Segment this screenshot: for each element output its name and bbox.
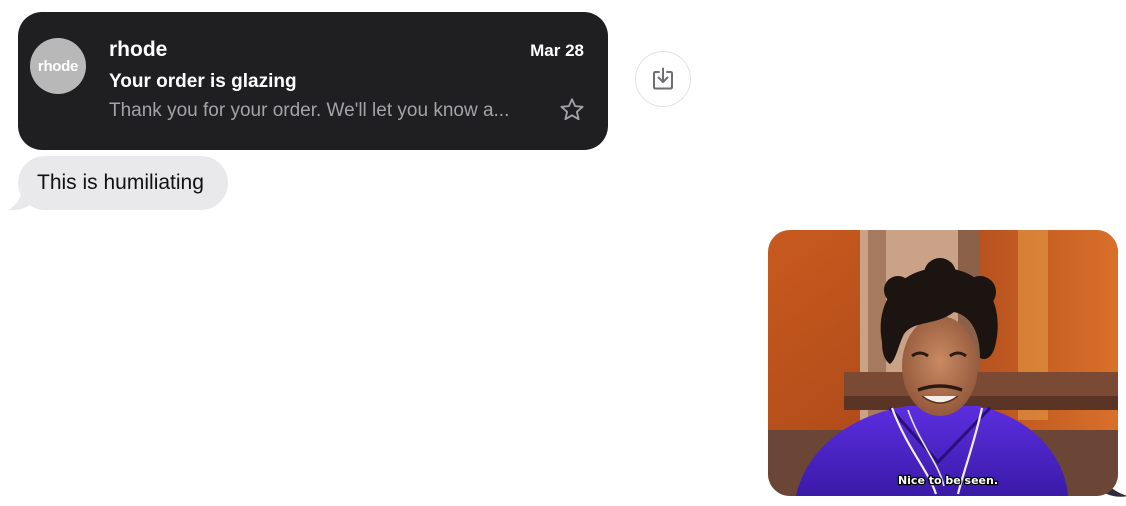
star-icon[interactable] <box>558 96 586 124</box>
email-date: Mar 28 <box>530 41 584 60</box>
conversation-view: rhode rhode Mar 28 Your order is glazing… <box>0 0 1126 506</box>
sent-gif-message[interactable]: Nice to be seen. <box>768 230 1118 496</box>
received-message-bubble[interactable]: This is humiliating <box>18 156 228 210</box>
save-to-device-icon <box>653 67 673 90</box>
gif-image: Nice to be seen. <box>768 230 1118 496</box>
email-preview-card[interactable]: rhode rhode Mar 28 Your order is glazing… <box>18 12 608 150</box>
email-subject: Your order is glazing <box>109 71 297 92</box>
sender-avatar: rhode <box>30 38 86 94</box>
gif-caption: Nice to be seen. <box>898 474 998 487</box>
email-sender: rhode <box>109 38 168 61</box>
email-preview-text: Thank you for your order. We'll let you … <box>109 100 510 121</box>
save-button[interactable] <box>635 51 691 107</box>
message-text: This is humiliating <box>37 171 204 194</box>
